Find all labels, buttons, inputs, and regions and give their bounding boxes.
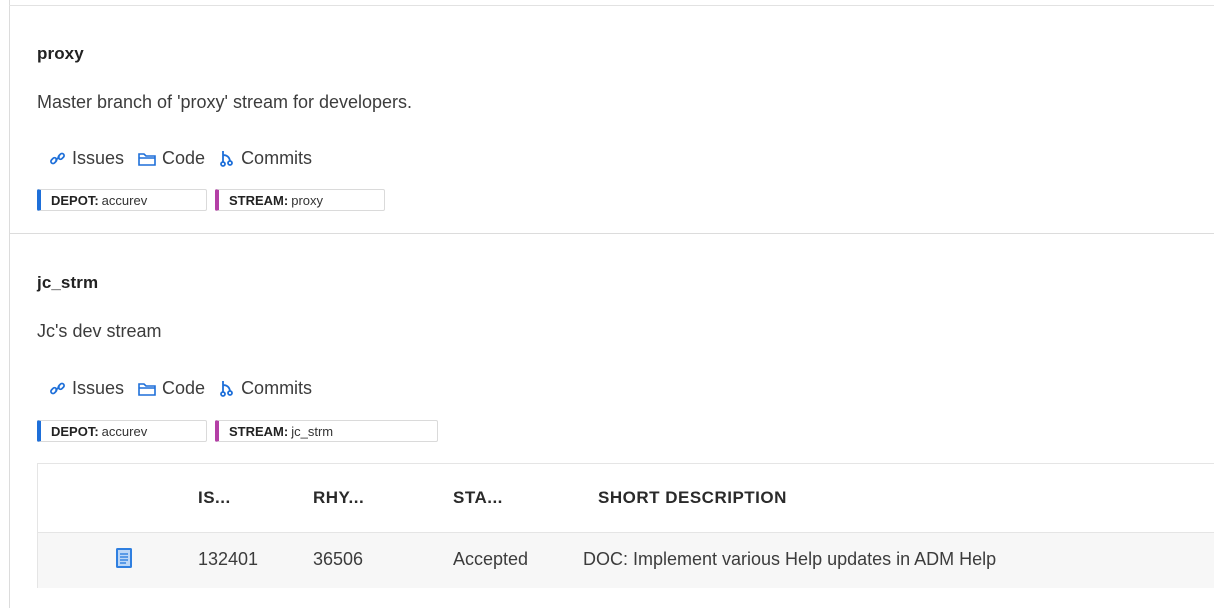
code-link-label: Code [162, 148, 206, 168]
stream-divider [9, 233, 1214, 234]
depot-tag-value: accurev [101, 192, 148, 208]
commits-link[interactable]: Commits [219, 378, 312, 399]
stream-tag: STREAM: proxy [215, 189, 385, 211]
issues-link[interactable]: Issues [49, 378, 124, 399]
folder-icon [138, 152, 156, 166]
stream-title: jc_strm [37, 273, 99, 292]
depot-tag: DEPOT: accurev [37, 420, 207, 442]
code-link[interactable]: Code [138, 148, 205, 169]
column-header-issue[interactable]: IS... [198, 488, 231, 508]
stream-tag-value: jc_strm [291, 423, 334, 439]
cell-status: Accepted [453, 549, 529, 569]
issue-document-icon[interactable] [115, 547, 133, 574]
stream-tags: DEPOT: accurev STREAM: proxy [37, 189, 393, 211]
cell-rhy: 36506 [313, 549, 364, 569]
depot-tag-label: DEPOT: [51, 423, 99, 439]
commits-link-label: Commits [241, 378, 313, 398]
commits-link[interactable]: Commits [219, 148, 312, 169]
panel-top-border [9, 5, 1214, 6]
stream-links: Issues Code Commits [49, 148, 326, 169]
table-row[interactable]: 132401 36506 Accepted DOC: Implement var… [38, 533, 1214, 588]
cell-short-description[interactable]: DOC: Implement various Help updates in A… [583, 549, 996, 570]
column-header-short-description[interactable]: SHORT DESCRIPTION [598, 488, 787, 508]
stream-tag-value: proxy [291, 192, 324, 208]
depot-tag-label: DEPOT: [51, 192, 99, 208]
link-icon [50, 152, 65, 165]
table-header: IS... RHY... STA... SHORT DESCRIPTION [38, 464, 1214, 533]
stream-tag: STREAM: jc_strm [215, 420, 438, 442]
issues-link-label: Issues [72, 148, 125, 168]
code-link-label: Code [162, 378, 206, 398]
cell-issue-number: 132401 [198, 549, 259, 569]
stream-title: proxy [37, 44, 84, 63]
issues-link-label: Issues [72, 378, 125, 398]
link-icon [50, 382, 65, 395]
column-header-rhy[interactable]: RHY... [313, 488, 364, 508]
code-link[interactable]: Code [138, 378, 205, 399]
depot-tag: DEPOT: accurev [37, 189, 207, 211]
folder-icon [138, 382, 156, 396]
stream-tag-label: STREAM: [229, 423, 289, 439]
issues-link[interactable]: Issues [49, 148, 124, 169]
stream-description: Jc's dev stream [37, 321, 162, 341]
commits-link-label: Commits [241, 148, 313, 168]
stream-tag-label: STREAM: [229, 192, 289, 208]
stream-tags: DEPOT: accurev STREAM: jc_strm [37, 420, 446, 442]
branch-icon [220, 150, 233, 167]
panel-left-border [9, 0, 10, 608]
column-header-status[interactable]: STA... [453, 488, 503, 508]
stream-links: Issues Code Commits [49, 378, 326, 399]
stream-description: Master branch of 'proxy' stream for deve… [37, 92, 413, 112]
issues-table: IS... RHY... STA... SHORT DESCRIPTION 13… [37, 463, 1214, 588]
depot-tag-value: accurev [101, 423, 148, 439]
branch-icon [220, 380, 233, 397]
